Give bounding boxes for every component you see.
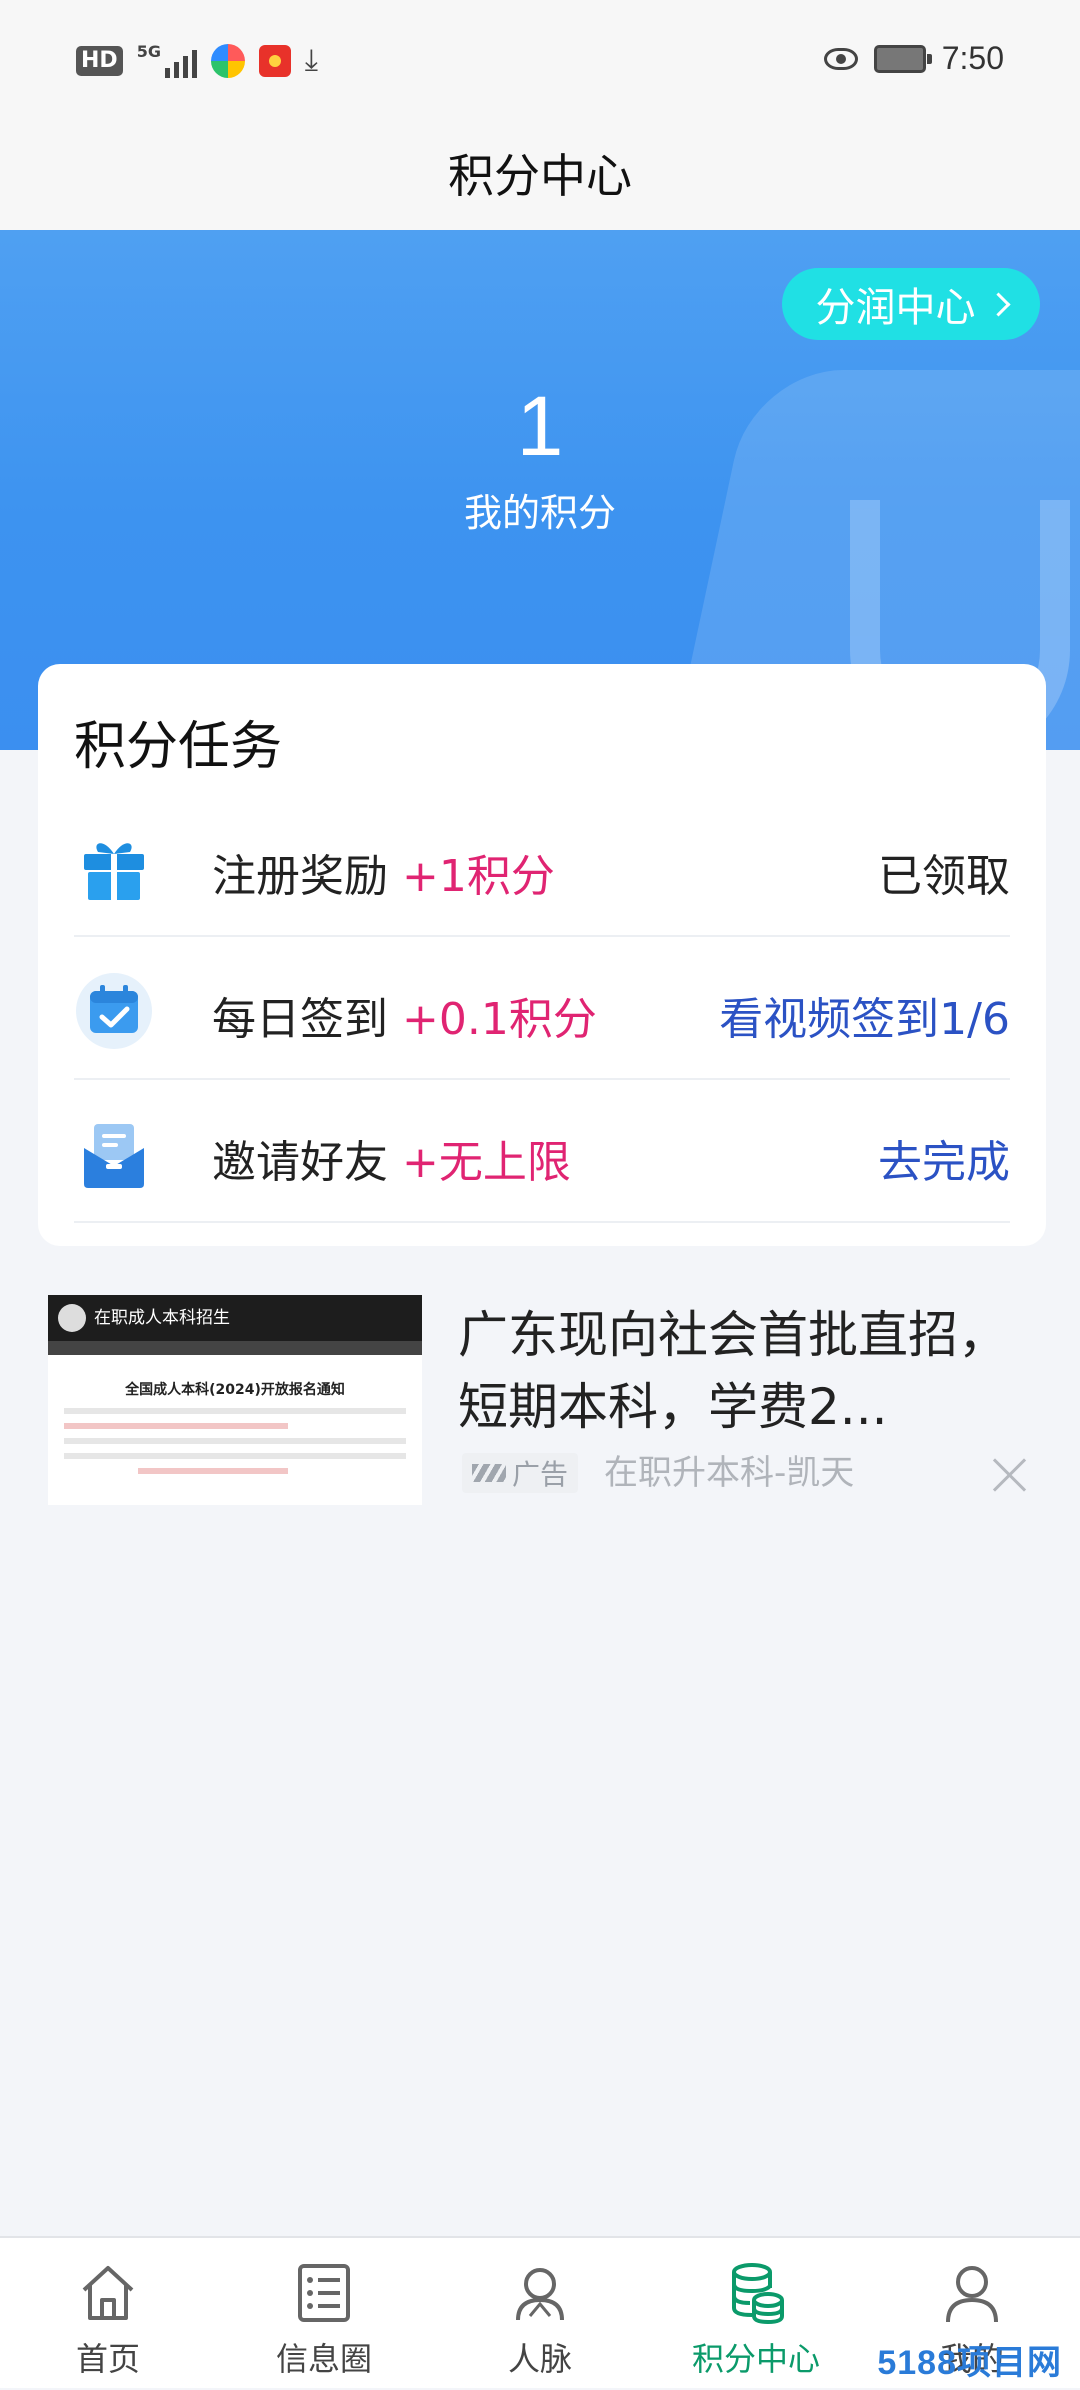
nav-contacts[interactable]: 人脉 bbox=[432, 2238, 648, 2390]
app-notification-icon bbox=[210, 44, 245, 78]
bottom-nav: 首页 信息圈 人脉 积分中心 我的 5188项目网 bbox=[0, 2236, 1080, 2388]
task-bonus: +无上限 bbox=[402, 1137, 571, 1188]
task-label: 注册奖励 +1积分 bbox=[212, 851, 555, 902]
task-daily-checkin: 每日签到 +0.1积分 看视频签到1/6 bbox=[74, 937, 1010, 1080]
profit-center-button[interactable]: 分润中心 bbox=[782, 268, 1040, 340]
gift-icon bbox=[84, 843, 144, 900]
task-bonus: +1积分 bbox=[402, 851, 555, 902]
task-register-reward: 注册奖励 +1积分 已领取 bbox=[74, 794, 1010, 937]
task-bonus: +0.1积分 bbox=[402, 994, 597, 1045]
battery-icon bbox=[873, 44, 932, 73]
ad-image-caption: 全国成人本科(2024)开放报名通知 bbox=[125, 1382, 345, 1398]
chevron-right-icon bbox=[985, 291, 1011, 317]
invite-envelope-icon bbox=[84, 1124, 144, 1188]
profit-center-label: 分润中心 bbox=[815, 285, 976, 331]
close-icon[interactable] bbox=[990, 1455, 1030, 1495]
red-packet-icon bbox=[258, 45, 291, 77]
ad-source: 在职升本科-凯天 bbox=[604, 1453, 855, 1493]
status-bar: HD 5G ⤓ 7:50 bbox=[0, 0, 1080, 120]
task-invite-friends: 邀请好友 +无上限 去完成 bbox=[74, 1080, 1010, 1223]
points-coins-icon bbox=[732, 2263, 784, 2325]
claimed-status: 已领取 bbox=[878, 851, 1010, 902]
points-label: 我的积分 bbox=[463, 491, 616, 535]
ad-card[interactable]: 在职成人本科招生 全国成人本科(2024)开放报名通知 广东现向社会首批直招，短… bbox=[48, 1295, 1048, 1505]
home-icon bbox=[82, 2266, 134, 2320]
people-icon bbox=[516, 2268, 564, 2321]
watch-video-checkin-button[interactable]: 看视频签到1/6 bbox=[719, 983, 1010, 1047]
nav-points-center[interactable]: 积分中心 bbox=[648, 2238, 864, 2390]
eye-icon bbox=[823, 47, 858, 70]
title-bar: 积分中心 bbox=[0, 120, 1080, 230]
watermark: 5188项目网 bbox=[877, 2344, 1062, 2382]
clock: 7:50 bbox=[941, 40, 1004, 76]
ad-logo-icon bbox=[472, 1464, 506, 1482]
list-document-icon bbox=[298, 2264, 350, 2322]
points-task-card: 积分任务 注册奖励 +1积分 已领取 每日签到 +0.1积分 看视频签到1/6 bbox=[38, 664, 1046, 1246]
signal-icon: 5G bbox=[137, 44, 197, 78]
ad-title[interactable]: 广东现向社会首批直招，短期本科，学费2... bbox=[458, 1299, 1028, 1443]
download-icon: ⤓ bbox=[304, 43, 318, 78]
ad-image-header: 在职成人本科招生 bbox=[48, 1295, 422, 1341]
task-card-title: 积分任务 bbox=[74, 717, 283, 777]
go-complete-button[interactable]: 去完成 bbox=[878, 1126, 1010, 1190]
nav-info-circle[interactable]: 信息圈 bbox=[216, 2238, 432, 2390]
points-value: 1 bbox=[516, 379, 564, 473]
ad-badge: 广告 bbox=[462, 1453, 579, 1493]
user-icon bbox=[946, 2266, 998, 2323]
task-label: 每日签到 +0.1积分 bbox=[212, 994, 597, 1045]
nav-home[interactable]: 首页 bbox=[0, 2238, 216, 2390]
ad-image[interactable]: 在职成人本科招生 全国成人本科(2024)开放报名通知 bbox=[48, 1295, 422, 1505]
page-title: 积分中心 bbox=[448, 149, 632, 203]
task-label: 邀请好友 +无上限 bbox=[212, 1137, 571, 1188]
calendar-check-icon bbox=[76, 973, 152, 1049]
hd-indicator: HD bbox=[76, 46, 123, 76]
